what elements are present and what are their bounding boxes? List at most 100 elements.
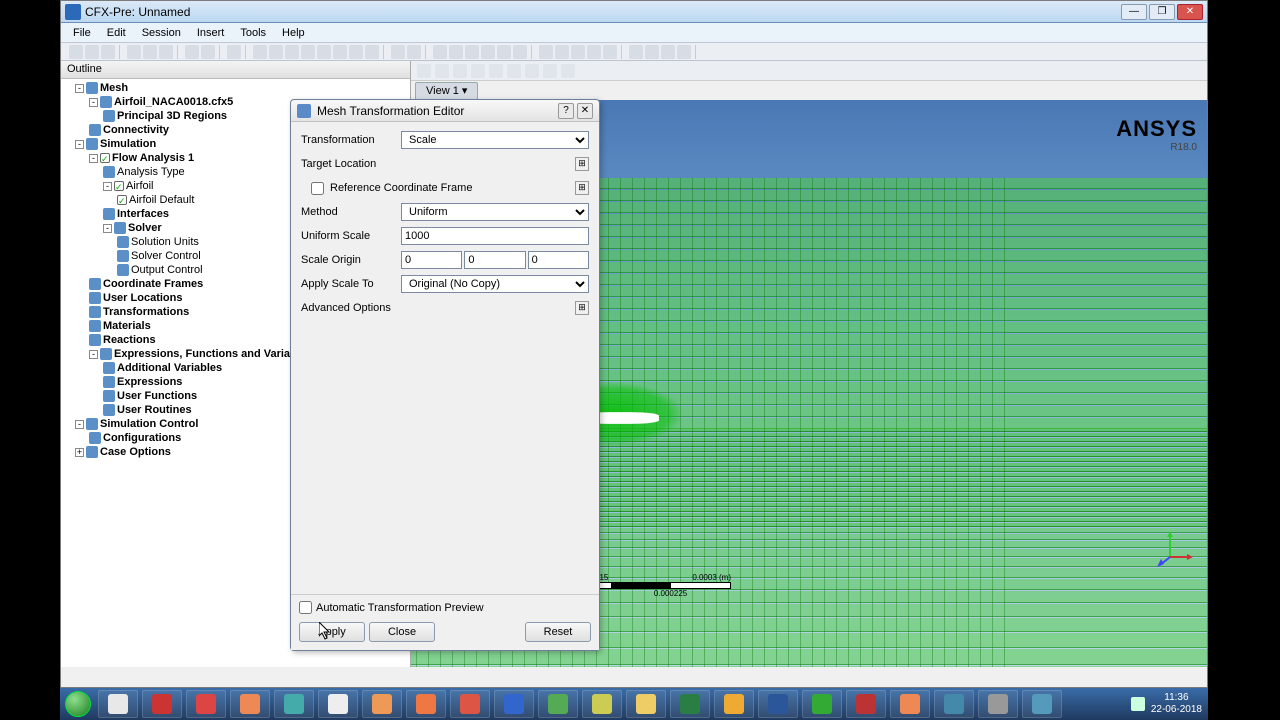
menu-help[interactable]: Help (274, 25, 313, 41)
expander-icon[interactable]: - (75, 84, 84, 93)
tb-b7[interactable] (333, 45, 347, 59)
taskbar-item[interactable] (406, 690, 446, 718)
method-select[interactable]: Uniform (401, 203, 589, 221)
expander-icon[interactable]: - (75, 420, 84, 429)
tb-d2[interactable] (449, 45, 463, 59)
tree-connectivity[interactable]: Connectivity (103, 124, 169, 136)
tb-open[interactable] (85, 45, 99, 59)
maximize-button[interactable]: ❐ (1149, 4, 1175, 20)
apply-button[interactable]: Apply (299, 622, 365, 642)
expander-icon[interactable]: - (103, 224, 112, 233)
uniform-scale-input[interactable] (401, 227, 589, 245)
checkbox-icon[interactable] (117, 195, 127, 205)
taskbar-item[interactable] (890, 690, 930, 718)
expander-icon[interactable]: - (89, 350, 98, 359)
ref-frame-checkbox[interactable] (311, 182, 324, 195)
tb-b2[interactable] (253, 45, 267, 59)
tree-user-fn[interactable]: User Functions (117, 390, 197, 402)
tb-f1[interactable] (629, 45, 643, 59)
vp-proj[interactable] (543, 64, 557, 78)
tb-import[interactable] (127, 45, 141, 59)
tree-solution-units[interactable]: Solution Units (131, 236, 199, 248)
checkbox-icon[interactable] (100, 153, 110, 163)
taskbar-item[interactable] (582, 690, 622, 718)
tree-flow[interactable]: Flow Analysis 1 (112, 152, 194, 164)
origin-y-input[interactable] (464, 251, 525, 269)
taskbar-item[interactable] (802, 690, 842, 718)
expand-adv-button[interactable]: ⊞ (575, 301, 589, 315)
tb-d3[interactable] (465, 45, 479, 59)
tree-add-var[interactable]: Additional Variables (117, 362, 222, 374)
tree-output-control[interactable]: Output Control (131, 264, 203, 276)
menu-edit[interactable]: Edit (99, 25, 134, 41)
expander-icon[interactable]: - (75, 140, 84, 149)
tree-coord-frames[interactable]: Coordinate Frames (103, 278, 203, 290)
tb-e1[interactable] (539, 45, 553, 59)
tree-interfaces[interactable]: Interfaces (117, 208, 169, 220)
taskbar-item[interactable] (274, 690, 314, 718)
view-tab[interactable]: View 1 ▾ (415, 82, 478, 100)
reset-button[interactable]: Reset (525, 622, 591, 642)
tb-b3[interactable] (269, 45, 283, 59)
taskbar-item[interactable] (230, 690, 270, 718)
tb-d1[interactable] (433, 45, 447, 59)
tb-e5[interactable] (603, 45, 617, 59)
dialog-help-button[interactable]: ? (558, 103, 574, 119)
tree-principal[interactable]: Principal 3D Regions (117, 110, 227, 122)
minimize-button[interactable]: — (1121, 4, 1147, 20)
tb-b1[interactable] (227, 45, 241, 59)
tree-simulation[interactable]: Simulation (100, 138, 156, 150)
expander-icon[interactable]: - (89, 98, 98, 107)
auto-preview-checkbox[interactable] (299, 601, 312, 614)
tb-b5[interactable] (301, 45, 315, 59)
tray-icon[interactable] (1131, 697, 1145, 711)
tree-expressions[interactable]: Expressions (117, 376, 182, 388)
taskbar-item[interactable] (1022, 690, 1062, 718)
tree-user-rt[interactable]: User Routines (117, 404, 192, 416)
tb-b4[interactable] (285, 45, 299, 59)
taskbar-item[interactable] (714, 690, 754, 718)
tree-airfoil-domain[interactable]: Airfoil (126, 180, 154, 192)
taskbar-item[interactable] (362, 690, 402, 718)
vp-fit[interactable] (489, 64, 503, 78)
expander-icon[interactable]: - (89, 154, 98, 163)
tree-solver[interactable]: Solver (128, 222, 162, 234)
menu-insert[interactable]: Insert (189, 25, 233, 41)
taskbar-item[interactable] (758, 690, 798, 718)
tb-undo[interactable] (185, 45, 199, 59)
tray-clock[interactable]: 11:3622-06-2018 (1151, 692, 1202, 716)
tb-e2[interactable] (555, 45, 569, 59)
tb-d6[interactable] (513, 45, 527, 59)
tree-sim-control[interactable]: Simulation Control (100, 418, 198, 430)
tree-solver-control[interactable]: Solver Control (131, 250, 201, 262)
tb-export[interactable] (143, 45, 157, 59)
tree-mesh[interactable]: Mesh (100, 82, 128, 94)
tb-f3[interactable] (661, 45, 675, 59)
dialog-close-button[interactable]: ✕ (577, 103, 593, 119)
tree-case-options[interactable]: Case Options (100, 446, 171, 458)
tb-redo[interactable] (201, 45, 215, 59)
origin-z-input[interactable] (528, 251, 589, 269)
taskbar-item[interactable] (494, 690, 534, 718)
close-button[interactable]: ✕ (1177, 4, 1203, 20)
tb-d4[interactable] (481, 45, 495, 59)
taskbar-item[interactable] (450, 690, 490, 718)
tree-reactions[interactable]: Reactions (103, 334, 156, 346)
taskbar-item[interactable] (846, 690, 886, 718)
vp-more[interactable] (561, 64, 575, 78)
tb-save[interactable] (101, 45, 115, 59)
transformation-select[interactable]: Scale (401, 131, 589, 149)
tree-airfoil-file[interactable]: Airfoil_NACA0018.cfx5 (114, 96, 233, 108)
taskbar-item[interactable] (626, 690, 666, 718)
tb-e4[interactable] (587, 45, 601, 59)
taskbar-item[interactable] (98, 690, 138, 718)
menu-tools[interactable]: Tools (232, 25, 274, 41)
taskbar-item[interactable] (142, 690, 182, 718)
tree-configurations[interactable]: Configurations (103, 432, 181, 444)
tree-expressions-fn[interactable]: Expressions, Functions and Variables (114, 348, 312, 360)
menu-file[interactable]: File (65, 25, 99, 41)
tb-run[interactable] (159, 45, 173, 59)
vp-zin[interactable] (507, 64, 521, 78)
expand-target-button[interactable]: ⊞ (575, 157, 589, 171)
vp-rotate[interactable] (435, 64, 449, 78)
